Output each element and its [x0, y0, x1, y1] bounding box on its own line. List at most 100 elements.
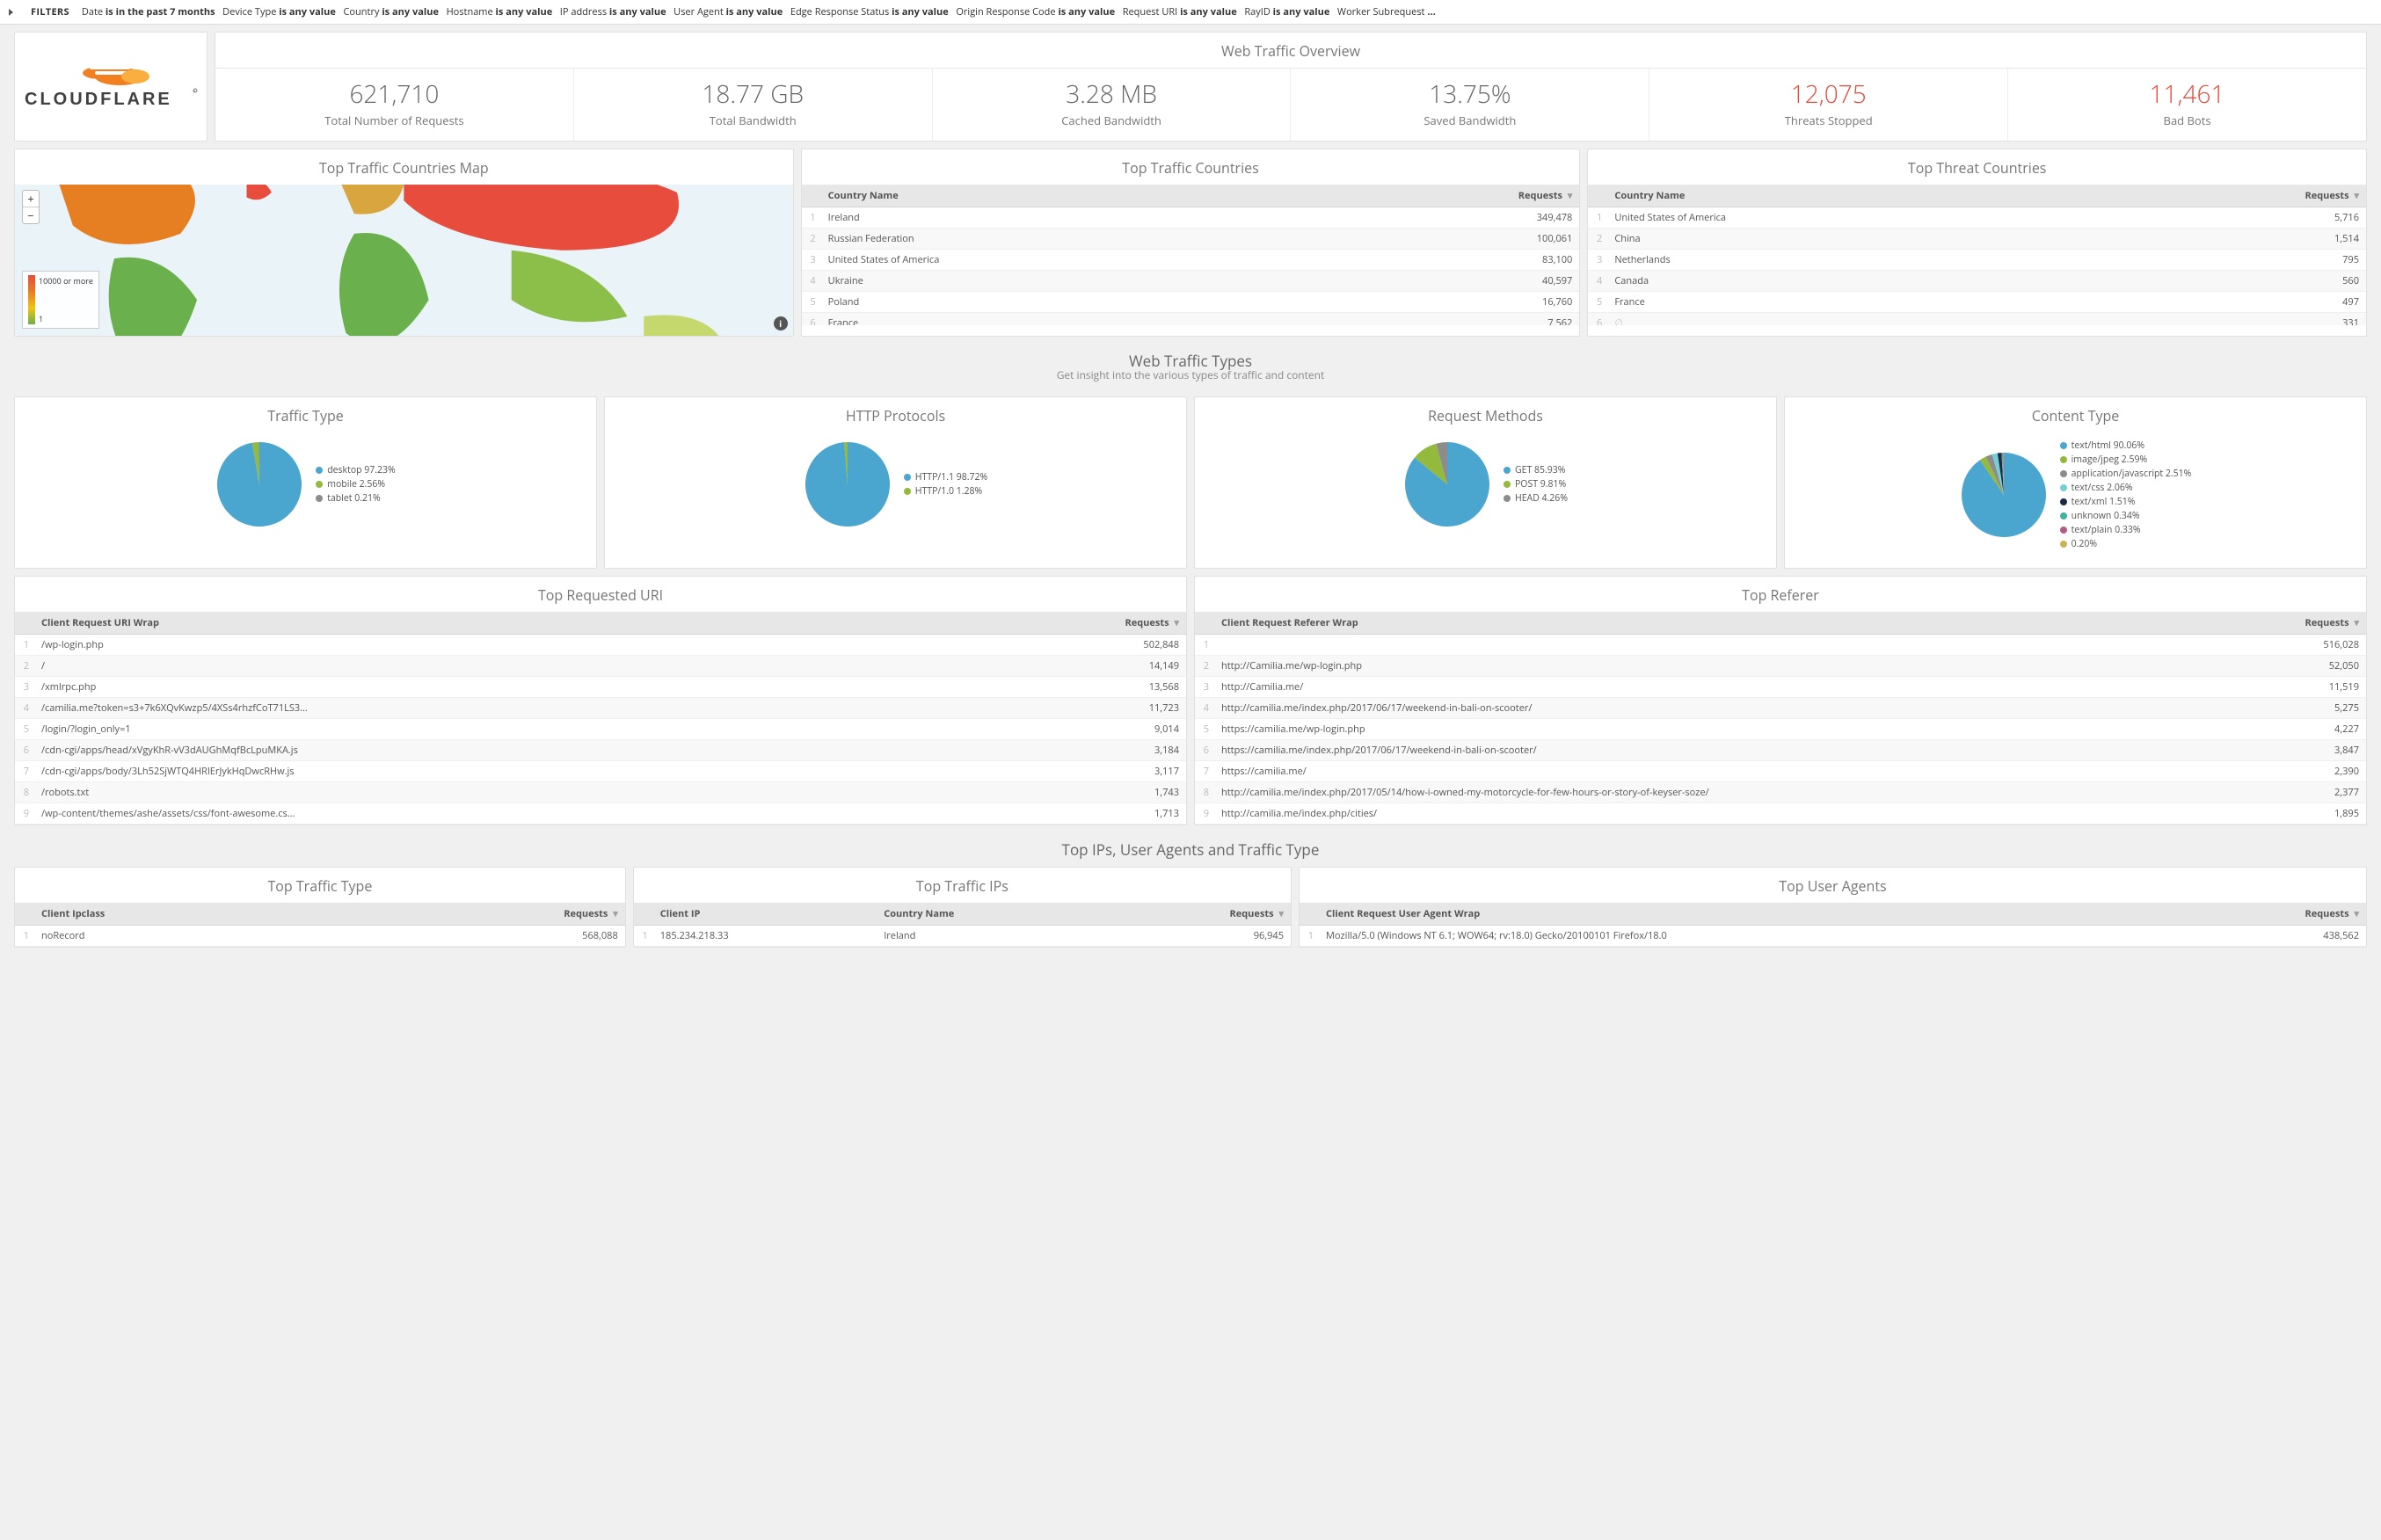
legend-item[interactable]: HEAD 4.26% — [1504, 492, 1568, 505]
threat-countries-table[interactable]: Country NameRequests ▾1United States of … — [1588, 185, 2366, 325]
legend-item[interactable]: tablet 0.21% — [316, 492, 396, 505]
legend-item[interactable]: text/plain 0.33% — [2060, 524, 2192, 536]
zoom-out-icon[interactable]: − — [23, 207, 39, 223]
table-row[interactable]: 2Russian Federation100,061 — [802, 229, 1580, 250]
sort-desc-icon[interactable]: ▾ — [1568, 189, 1573, 202]
info-icon[interactable]: i — [774, 316, 788, 331]
world-map[interactable]: + − 10000 or more 1 i — [15, 185, 793, 336]
column-header[interactable]: Client Request Referer Wrap — [1214, 612, 2228, 635]
column-header[interactable]: Requests ▾ — [1106, 903, 1291, 926]
sort-desc-icon[interactable]: ▾ — [2354, 616, 2359, 629]
table-row[interactable]: 1noRecord568,088 — [15, 926, 625, 947]
table-row[interactable]: 3United States of America83,100 — [802, 250, 1580, 271]
table-row[interactable]: 5Poland16,760 — [802, 292, 1580, 313]
column-header[interactable]: Client Request URI Wrap — [34, 612, 961, 635]
table-row[interactable]: 6/cdn-cgi/apps/head/xVgyKhR-vV3dAUGhMqfB… — [15, 740, 1186, 761]
pie-chart[interactable] — [1403, 440, 1491, 528]
table-row[interactable]: 6https://camilia.me/index.php/2017/06/17… — [1195, 740, 2366, 761]
filter-item[interactable]: Device Type is any value — [222, 5, 336, 18]
legend-item[interactable]: POST 9.81% — [1504, 478, 1568, 490]
table-row[interactable]: 3Netherlands795 — [1588, 250, 2366, 271]
column-header[interactable]: Country Name — [821, 185, 1346, 207]
stat-tile[interactable]: 3.28 MBCached Bandwidth — [933, 69, 1292, 141]
table-row[interactable]: 2/14,149 — [15, 656, 1186, 677]
table-row[interactable]: 7https://camilia.me/2,390 — [1195, 761, 2366, 782]
filter-item[interactable]: Request URI is any value — [1123, 5, 1237, 18]
table-row[interactable]: 9http://camilia.me/index.php/cities/1,89… — [1195, 803, 2366, 824]
column-header[interactable]: Country Name — [877, 903, 1105, 926]
table-row[interactable]: 3/xmlrpc.php13,568 — [15, 677, 1186, 698]
filter-item[interactable]: Edge Response Status is any value — [790, 5, 949, 18]
column-header[interactable]: Client Ipclass — [34, 903, 349, 926]
filters-bar[interactable]: FILTERS Date is in the past 7 months Dev… — [0, 0, 2381, 25]
table-row[interactable]: 8http://camilia.me/index.php/2017/05/14/… — [1195, 782, 2366, 803]
stat-tile[interactable]: 12,075Threats Stopped — [1649, 69, 2008, 141]
top-uri-table[interactable]: Client Request URI WrapRequests ▾1/wp-lo… — [15, 612, 1186, 824]
legend-item[interactable]: unknown 0.34% — [2060, 510, 2192, 522]
column-header[interactable]: Client Request User Agent Wrap — [1319, 903, 2197, 926]
table-row[interactable]: 5/login/?login_only=19,014 — [15, 719, 1186, 740]
stat-tile[interactable]: 13.75%Saved Bandwidth — [1291, 69, 1649, 141]
zoom-in-icon[interactable]: + — [23, 191, 39, 207]
table-row[interactable]: 2China1,514 — [1588, 229, 2366, 250]
sort-desc-icon[interactable]: ▾ — [1278, 907, 1284, 920]
stat-tile[interactable]: 11,461Bad Bots — [2008, 69, 2366, 141]
column-header[interactable]: Requests ▾ — [2099, 185, 2366, 207]
column-header[interactable]: Requests ▾ — [2228, 612, 2366, 635]
sort-desc-icon[interactable]: ▾ — [613, 907, 618, 920]
legend-item[interactable]: 0.20% — [2060, 538, 2192, 550]
filter-item[interactable]: Hostname is any value — [447, 5, 553, 18]
pie-chart[interactable] — [1960, 451, 2048, 539]
filter-item[interactable]: Worker Subrequest … — [1337, 5, 1436, 18]
table-row[interactable]: 1 516,028 — [1195, 635, 2366, 656]
table-row[interactable]: 9/wp-content/themes/ashe/assets/css/font… — [15, 803, 1186, 824]
table-row[interactable]: 1United States of America5,716 — [1588, 207, 2366, 229]
table-row[interactable]: 1Ireland349,478 — [802, 207, 1580, 229]
column-header[interactable]: Requests ▾ — [961, 612, 1186, 635]
table-row[interactable]: 1185.234.218.33Ireland96,945 — [634, 926, 1291, 947]
legend-item[interactable]: desktop 97.23% — [316, 464, 396, 476]
top-user-agents-table[interactable]: Client Request User Agent WrapRequests ▾… — [1300, 903, 2366, 947]
legend-item[interactable]: text/css 2.06% — [2060, 482, 2192, 494]
sort-desc-icon[interactable]: ▾ — [2354, 189, 2359, 202]
filter-item[interactable]: IP address is any value — [560, 5, 666, 18]
filter-item[interactable]: RayID is any value — [1244, 5, 1329, 18]
column-header[interactable]: Country Name — [1607, 185, 2099, 207]
top-traffic-type-table[interactable]: Client IpclassRequests ▾1noRecord568,088 — [15, 903, 625, 947]
pie-chart[interactable] — [215, 440, 303, 528]
filter-item[interactable]: Origin Response Code is any value — [956, 5, 1115, 18]
table-row[interactable]: 4http://camilia.me/index.php/2017/06/17/… — [1195, 698, 2366, 719]
sort-desc-icon[interactable]: ▾ — [2354, 907, 2359, 920]
table-row[interactable]: 1/wp-login.php502,848 — [15, 635, 1186, 656]
legend-item[interactable]: application/javascript 2.51% — [2060, 468, 2192, 480]
legend-item[interactable]: text/html 90.06% — [2060, 439, 2192, 452]
column-header[interactable]: Requests ▾ — [1345, 185, 1579, 207]
table-row[interactable]: 7/cdn-cgi/apps/body/3Lh52SjWTQ4HRlErJykH… — [15, 761, 1186, 782]
table-row[interactable]: 4Canada560 — [1588, 271, 2366, 292]
column-header[interactable]: Client IP — [653, 903, 877, 926]
table-row[interactable]: 2http://Camilia.me/wp-login.php52,050 — [1195, 656, 2366, 677]
filters-expand-icon[interactable] — [9, 9, 13, 16]
top-referer-table[interactable]: Client Request Referer WrapRequests ▾1 5… — [1195, 612, 2366, 824]
legend-item[interactable]: image/jpeg 2.59% — [2060, 454, 2192, 466]
legend-item[interactable]: HTTP/1.1 98.72% — [904, 471, 987, 483]
legend-item[interactable]: GET 85.93% — [1504, 464, 1568, 476]
top-traffic-ips-table[interactable]: Client IPCountry NameRequests ▾1185.234.… — [634, 903, 1291, 947]
stat-tile[interactable]: 18.77 GBTotal Bandwidth — [574, 69, 933, 141]
column-header[interactable]: Requests ▾ — [349, 903, 625, 926]
table-row[interactable]: 1Mozilla/5.0 (Windows NT 6.1; WOW64; rv:… — [1300, 926, 2366, 947]
filter-item[interactable]: Date is in the past 7 months — [82, 5, 215, 18]
table-row[interactable]: 5https://camilia.me/wp-login.php4,227 — [1195, 719, 2366, 740]
filter-item[interactable]: User Agent is any value — [674, 5, 783, 18]
table-row[interactable]: 3http://Camilia.me/11,519 — [1195, 677, 2366, 698]
table-row[interactable]: 6France7,562 — [802, 313, 1580, 326]
filter-item[interactable]: Country is any value — [343, 5, 439, 18]
table-row[interactable]: 4Ukraine40,597 — [802, 271, 1580, 292]
sort-desc-icon[interactable]: ▾ — [1174, 616, 1179, 629]
table-row[interactable]: 6∅331 — [1588, 313, 2366, 326]
traffic-countries-table[interactable]: Country NameRequests ▾1Ireland349,4782Ru… — [802, 185, 1580, 325]
legend-item[interactable]: HTTP/1.0 1.28% — [904, 485, 987, 498]
map-zoom[interactable]: + − — [22, 190, 40, 224]
legend-item[interactable]: mobile 2.56% — [316, 478, 396, 490]
table-row[interactable]: 4/camilia.me?token=s3+7k6XQvKwzp5/4XSs4r… — [15, 698, 1186, 719]
